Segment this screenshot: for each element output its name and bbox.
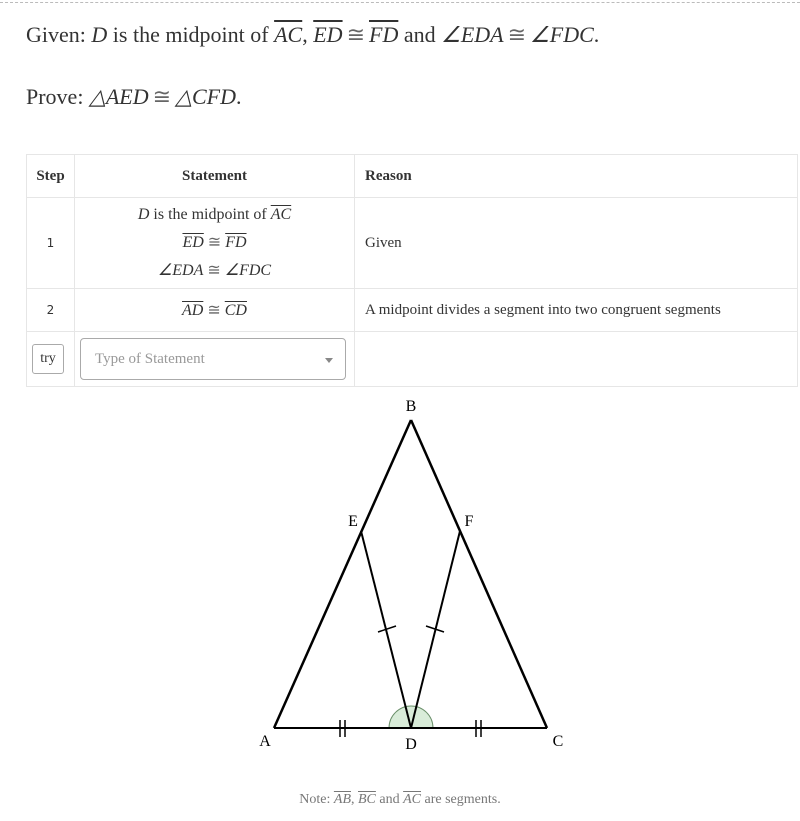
and-text: and [375,792,404,807]
label-d: D [405,736,417,753]
period: . [236,84,242,109]
comma: , [351,792,358,807]
triangle-diagram: B E F A D C [259,398,564,753]
select-cell: Type of Statement [74,331,355,387]
segment-ac: AC [270,206,292,223]
table-row: 2 AD ≅ CD A midpoint divides a segment int… [26,288,798,332]
segment-ad: AD [182,302,204,319]
reason-input-cell [354,331,798,387]
select-placeholder: Type of Statement [95,351,205,367]
given-text: is the midpoint of [107,22,275,47]
triangle-cfd: △CFD [175,84,236,109]
statement-text: is the midpoint of [149,206,271,223]
header-step: Step [26,154,75,198]
prove-label: Prove: [26,84,89,109]
try-cell: try [26,331,75,387]
segment-bc: BC [358,792,376,807]
proof-table: Step Statement Reason 1 D is the midpoin… [26,154,798,387]
congruent-symbol: ≅ [207,234,222,251]
angle-eda: ∠EDA [157,262,204,279]
input-row: try Type of Statement [26,331,798,387]
statement-cell: AD ≅ CD [74,288,355,332]
header-statement: Statement [74,154,355,198]
angle-fdc: ∠FDC [224,262,272,279]
statement-type-select[interactable]: Type of Statement [80,338,346,380]
segment-ab: AB [333,792,351,807]
statement-line: D is the midpoint of AC [76,201,353,229]
congruent-symbol: ≅ [507,22,527,47]
chevron-down-icon[interactable] [325,358,333,363]
note-label: Note: [299,792,334,807]
label-e: E [348,513,358,530]
congruent-symbol: ≅ [152,84,172,109]
angle-eda: ∠EDA [441,22,504,47]
step-number: 1 [26,197,75,289]
reason-cell: Given [354,197,798,289]
top-divider [0,2,800,3]
header-reason: Reason [354,154,798,198]
congruent-symbol: ≅ [207,302,221,319]
segment-ed: ED [182,234,204,251]
angle-fdc: ∠FDC [530,22,594,47]
point-d: D [137,206,150,223]
table-row: 1 D is the midpoint of AC ED ≅ FD ∠EDA ≅ ∠FD… [26,197,798,289]
and-text: and [398,22,442,47]
label-a: A [259,733,271,750]
given-statement: Given: D is the midpoint of AC, ED ≅ FD an… [26,22,599,48]
note-suffix: are segments. [421,792,501,807]
comma: , [302,22,314,47]
diagram-note: Note: AB, BC and AC are segments. [0,792,800,808]
given-label: Given: [26,22,92,47]
segment-fd: FD [369,22,399,47]
congruent-symbol: ≅ [346,22,365,47]
side-bc [409,419,549,729]
point-d: D [91,22,108,47]
table-header-row: Step Statement Reason [26,154,798,198]
triangle-aed: △AED [88,84,149,109]
step-number: 2 [26,288,75,332]
try-button[interactable]: try [32,344,64,374]
segment-fd: FD [225,234,247,251]
reason-cell: A midpoint divides a segment into two co… [354,288,798,332]
statement-line: ∠EDA ≅ ∠FDC [76,257,353,285]
segment-cd: CD [224,302,247,319]
label-b: B [406,398,417,415]
prove-statement: Prove: △AED ≅ △CFD. [26,84,242,110]
segment-ed: ED [313,22,343,47]
side-ab [272,419,413,729]
statement-cell: D is the midpoint of AC ED ≅ FD ∠EDA ≅ ∠FDC [74,197,355,289]
label-c: C [553,733,564,750]
period: . [593,22,600,47]
statement-line: ED ≅ FD [76,229,353,257]
segment-ac: AC [274,22,303,47]
congruent-symbol: ≅ [207,262,221,279]
label-f: F [465,513,474,530]
segment-ac: AC [403,792,421,807]
